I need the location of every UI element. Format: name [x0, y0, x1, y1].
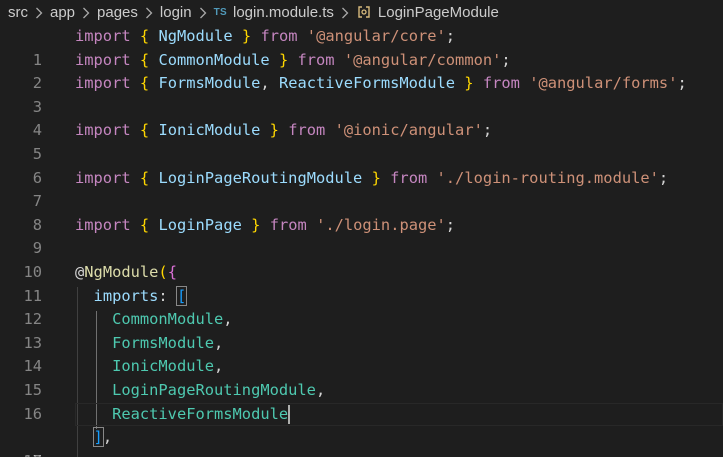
line-text[interactable]: import { LoginPage } from './login.page'… [75, 214, 455, 238]
chevron-right-icon [75, 4, 97, 20]
editor-window: src app pages login TS login.module.ts L [0, 0, 723, 457]
line-text[interactable]: imports: [ [75, 285, 188, 309]
line-text[interactable]: ], [75, 426, 112, 450]
line-number: 18 [0, 450, 42, 457]
line-text[interactable]: FormsModule, [75, 332, 223, 356]
code-line: 2 import { CommonModule } from '@angular… [0, 49, 723, 93]
line-text[interactable]: import { NgModule } from '@angular/core'… [75, 25, 455, 49]
code-line: 4 [0, 96, 723, 139]
code-line: 11 @NgModule({ [0, 261, 723, 305]
code-line: 7 import { LoginPageRoutingModule } from… [0, 167, 723, 211]
line-text[interactable]: LoginPageRoutingModule, [75, 379, 325, 403]
line-text[interactable]: import { FormsModule, ReactiveFormsModul… [75, 72, 687, 96]
module-symbol-icon [356, 4, 372, 20]
chevron-right-icon [28, 4, 50, 20]
line-text[interactable]: import { LoginPageRoutingModule } from '… [75, 167, 668, 191]
breadcrumb-item-app[interactable]: app [50, 4, 75, 21]
line-text[interactable]: IonicModule, [75, 355, 223, 379]
text-cursor [288, 404, 291, 424]
chevron-right-icon [192, 4, 214, 20]
chevron-right-icon [138, 4, 160, 20]
code-line: 16 LoginPageRoutingModule, [0, 379, 723, 423]
code-line: 12 imports: [ [0, 285, 723, 328]
breadcrumb-item-symbol[interactable]: LoginPageModule [378, 4, 499, 21]
code-line: 1 import { NgModule } from '@angular/cor… [0, 25, 723, 69]
code-line: 18 ], [0, 426, 723, 457]
typescript-file-icon: TS [213, 6, 227, 18]
breadcrumb: src app pages login TS login.module.ts L [0, 0, 723, 24]
line-text[interactable]: ReactiveFormsModule [75, 403, 291, 427]
chevron-right-icon [334, 4, 356, 20]
code-line: 8 [0, 190, 723, 234]
line-text[interactable]: CommonModule, [75, 308, 232, 332]
code-line: 15 IonicModule, [0, 355, 723, 399]
breadcrumb-item-login[interactable]: login [160, 4, 192, 21]
code-line-current: 17 ReactiveFormsModule [0, 403, 723, 457]
code-line: 9 import { LoginPage } from './login.pag… [0, 214, 723, 258]
code-line: 3 import { FormsModule, ReactiveFormsMod… [0, 72, 723, 116]
breadcrumb-item-src[interactable]: src [8, 4, 28, 21]
code-line: 13 CommonModule, [0, 308, 723, 352]
breadcrumb-item-pages[interactable]: pages [97, 4, 138, 21]
breadcrumb-item-file[interactable]: login.module.ts [233, 4, 334, 21]
line-text[interactable]: import { CommonModule } from '@angular/c… [75, 49, 511, 73]
code-line: 6 [0, 143, 723, 187]
line-text[interactable]: @NgModule({ [75, 261, 177, 285]
code-line: 14 FormsModule, [0, 332, 723, 376]
code-line: 5 import { IonicModule } from '@ionic/an… [0, 119, 723, 163]
code-editor[interactable]: 1 import { NgModule } from '@angular/cor… [0, 24, 723, 457]
line-text[interactable]: import { IonicModule } from '@ionic/angu… [75, 119, 492, 143]
code-line: 10 [0, 237, 723, 281]
